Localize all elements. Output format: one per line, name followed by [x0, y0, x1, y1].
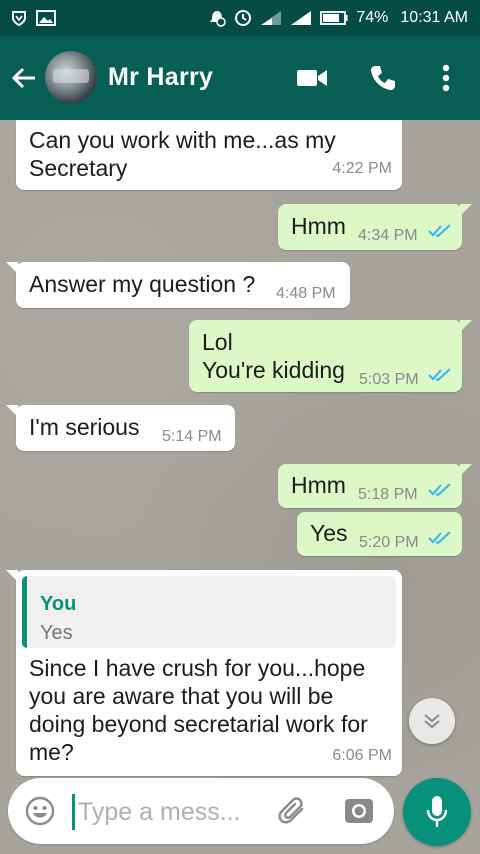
message-outgoing[interactable]: Hmm 5:18 PM [278, 464, 472, 508]
message-incoming-reply[interactable]: You Yes Since I have crush for you...hop… [6, 570, 402, 776]
signal-icon [260, 10, 282, 26]
double-chevron-down-icon [424, 714, 440, 729]
quoted-message[interactable]: You Yes [22, 576, 396, 648]
shield-icon [10, 9, 28, 27]
emoji-button[interactable] [22, 793, 58, 829]
avatar[interactable] [45, 51, 97, 103]
camera-icon [345, 799, 373, 823]
camera-button[interactable] [341, 793, 377, 829]
double-check-icon [428, 531, 451, 545]
message-outgoing[interactable]: Hmm 4:34 PM [278, 204, 472, 250]
voice-message-button[interactable] [403, 778, 471, 846]
battery-percent: 74% [356, 9, 389, 26]
attach-button[interactable] [274, 793, 310, 829]
more-options-button[interactable] [426, 58, 466, 98]
chat-header: Mr Harry [0, 36, 480, 120]
double-check-icon [428, 368, 451, 382]
message-time: 4:48 PM [276, 285, 336, 302]
message-text: Hmm [291, 472, 346, 498]
more-vert-icon [442, 64, 450, 92]
signal-icon [290, 10, 312, 26]
message-time: 5:03 PM [359, 371, 419, 388]
message-text: Yes [310, 520, 348, 546]
contact-name[interactable]: Mr Harry [108, 63, 213, 92]
message-time: 4:34 PM [358, 227, 418, 244]
message-text: I'm serious [29, 414, 140, 440]
clock-time: 10:31 AM [400, 9, 468, 26]
message-text: Can you work with me...as my Secretary [29, 127, 336, 181]
message-composer [8, 778, 394, 844]
emoji-icon [25, 796, 55, 826]
phone-icon [371, 66, 395, 90]
microphone-icon [426, 796, 448, 827]
text-cursor [72, 794, 75, 830]
video-call-button[interactable] [292, 58, 332, 98]
paperclip-icon [278, 797, 304, 824]
message-outgoing[interactable]: Lol You're kidding 5:03 PM [189, 320, 472, 392]
video-call-icon [297, 70, 327, 86]
message-time: 6:06 PM [332, 747, 392, 764]
message-time: 5:14 PM [162, 428, 222, 445]
chat-messages[interactable]: Can you work with me...as my Secretary 4… [0, 120, 480, 780]
quoted-author: You [40, 593, 77, 615]
message-time: 5:18 PM [358, 486, 418, 503]
message-incoming[interactable]: I'm serious 5:14 PM [6, 405, 235, 451]
quoted-text: Yes [40, 622, 73, 644]
message-text: Answer my question ? [29, 271, 256, 297]
back-arrow-icon [11, 67, 35, 89]
voice-call-button[interactable] [363, 58, 403, 98]
battery-icon [320, 11, 348, 25]
clock-icon [234, 9, 252, 27]
message-text: Since I have crush for you...hope you ar… [29, 655, 368, 765]
double-check-icon [428, 224, 451, 238]
message-text: Hmm [291, 213, 346, 239]
message-input[interactable] [76, 792, 260, 832]
message-outgoing[interactable]: Yes 5:20 PM [297, 512, 462, 556]
double-check-icon [428, 483, 451, 497]
back-button[interactable] [8, 62, 40, 94]
message-incoming[interactable]: Answer my question ? 4:48 PM [6, 262, 350, 308]
message-incoming[interactable]: Can you work with me...as my Secretary 4… [16, 120, 402, 190]
message-text: Lol You're kidding [202, 329, 345, 383]
message-time: 5:20 PM [359, 534, 419, 551]
status-bar: 74% 10:31 AM [0, 0, 480, 36]
scroll-to-bottom-button[interactable] [409, 698, 455, 744]
message-time: 4:22 PM [332, 160, 392, 177]
alarm-icon [208, 9, 227, 27]
image-icon [36, 10, 56, 26]
